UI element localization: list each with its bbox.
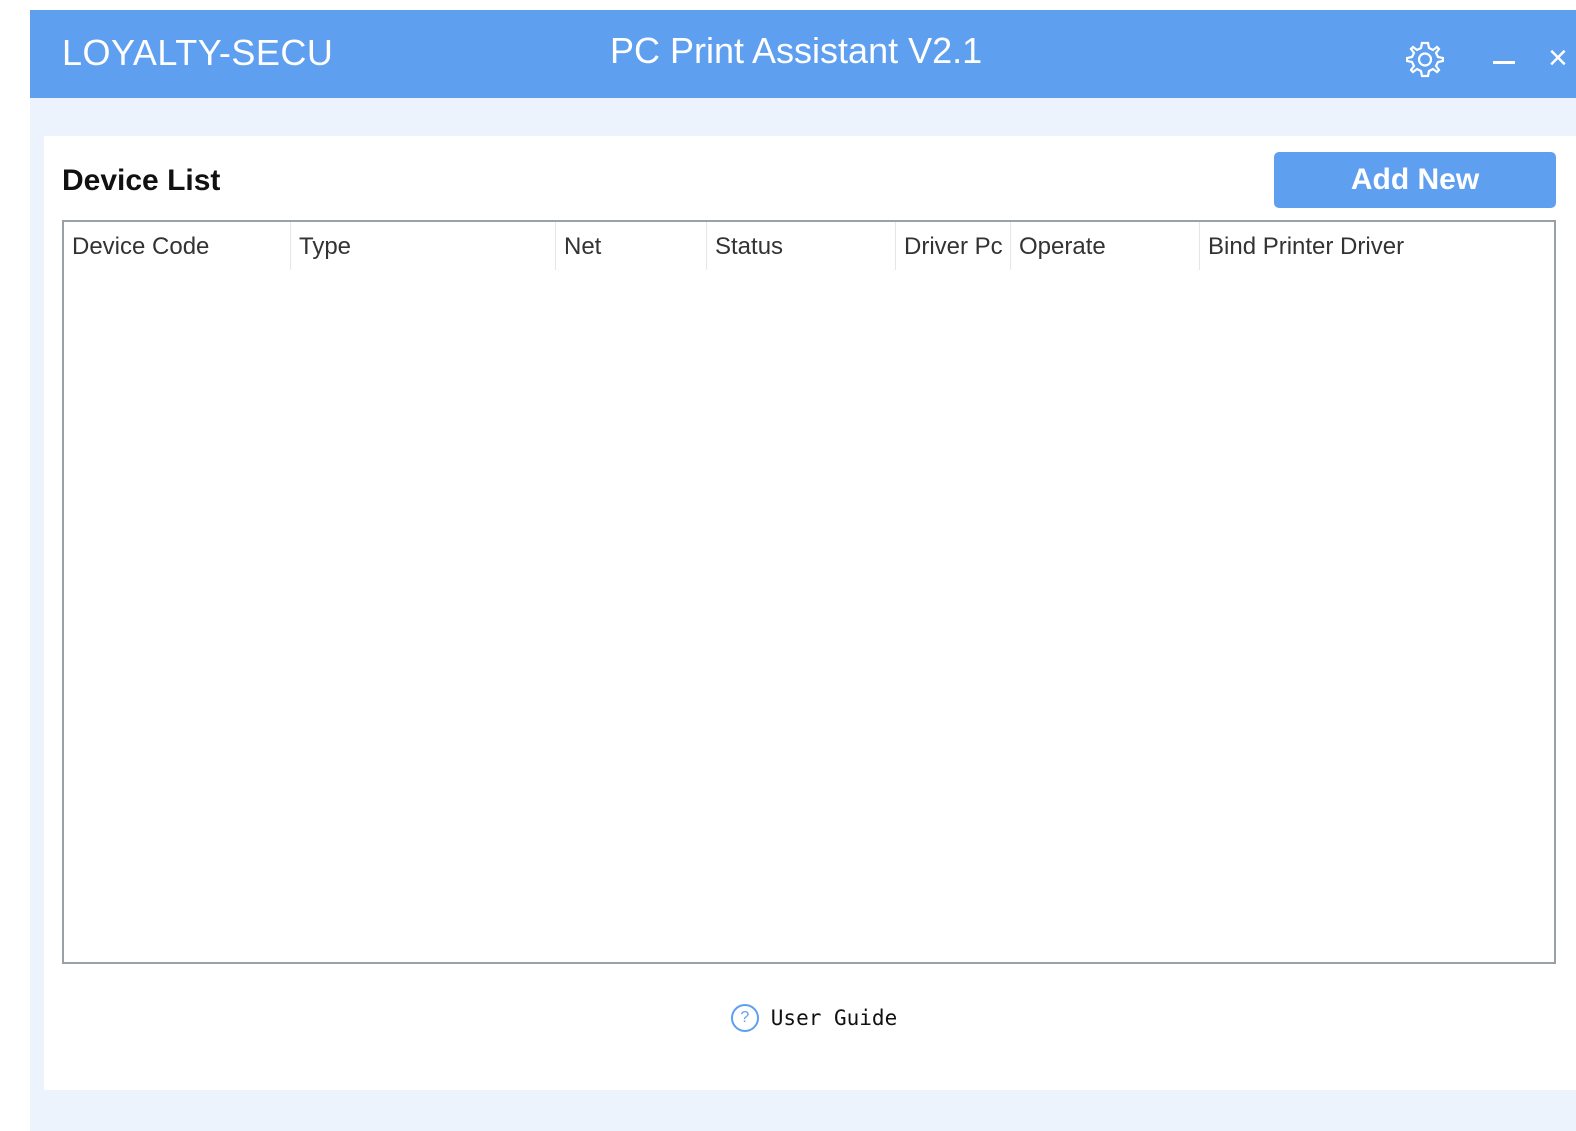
footer: ? User Guide	[44, 1004, 1576, 1032]
column-header-device-code[interactable]: Device Code	[64, 222, 290, 270]
add-new-button[interactable]: Add New	[1274, 152, 1556, 208]
gear-icon[interactable]	[1405, 40, 1445, 78]
column-header-bind-printer-driver[interactable]: Bind Printer Driver	[1199, 222, 1554, 270]
help-circle-icon: ?	[730, 1004, 759, 1032]
column-header-operate[interactable]: Operate	[1010, 222, 1199, 270]
app-title: PC Print Assistant V2.1	[610, 30, 983, 71]
minimize-icon[interactable]	[1490, 44, 1520, 74]
column-header-status[interactable]: Status	[706, 222, 895, 270]
title-bar[interactable]: LOYALTY-SECU PC Print Assistant V2.1 ×	[30, 10, 1576, 98]
close-icon[interactable]: ×	[1548, 40, 1576, 76]
app-window: LOYALTY-SECU PC Print Assistant V2.1 × D…	[30, 10, 1576, 1131]
device-table: Device Code Type Net Status Driver Pc Op…	[62, 220, 1556, 964]
user-guide-link[interactable]: ? User Guide	[730, 1004, 898, 1032]
device-list-panel: Device List Add New Device Code Type Net…	[44, 136, 1576, 1090]
panel-title: Device List	[62, 164, 221, 197]
user-guide-label: User Guide	[770, 1006, 898, 1030]
table-header: Device Code Type Net Status Driver Pc Op…	[64, 222, 1554, 274]
column-header-type[interactable]: Type	[290, 222, 555, 270]
brand-logo-text: LOYALTY-SECU	[62, 32, 334, 73]
column-header-net[interactable]: Net	[555, 222, 706, 270]
column-header-driver-pc[interactable]: Driver Pc	[895, 222, 1010, 270]
